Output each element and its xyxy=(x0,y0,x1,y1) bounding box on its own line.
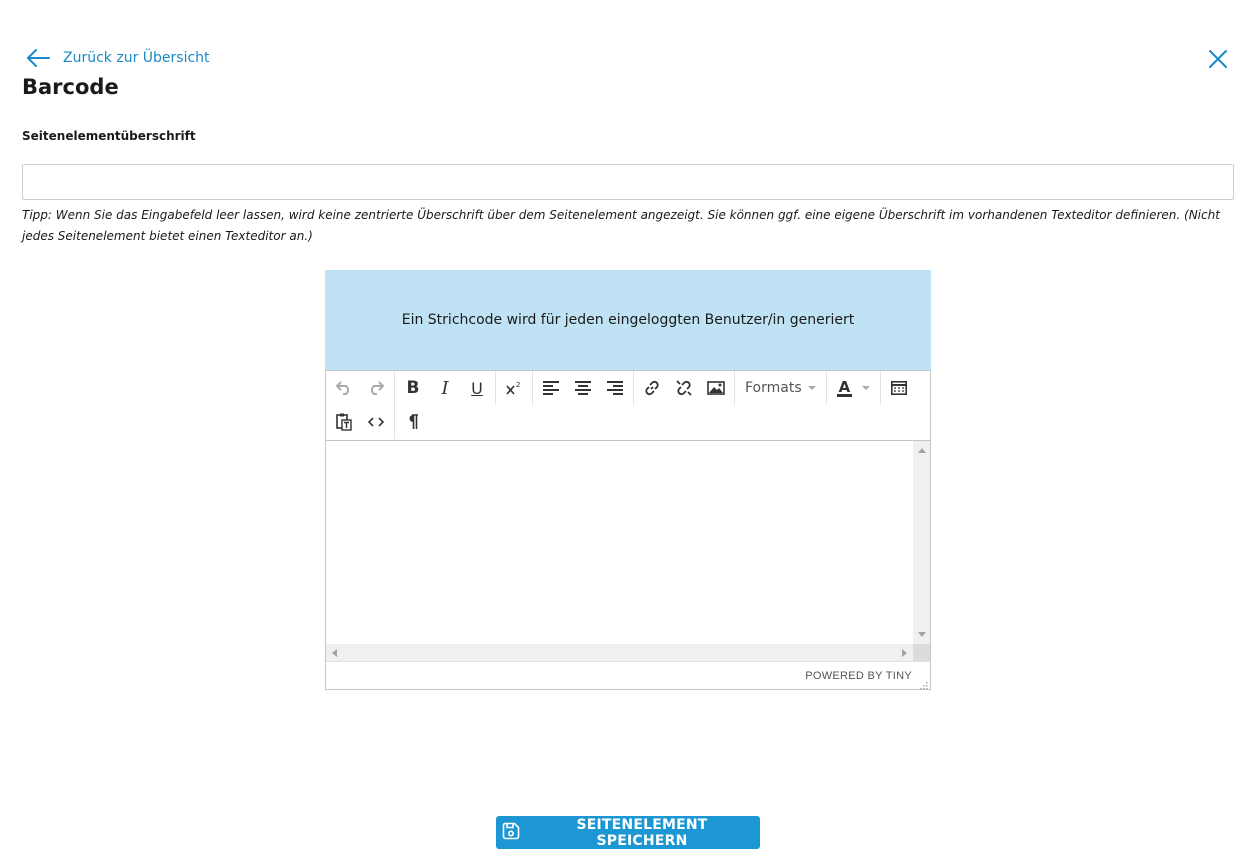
save-icon xyxy=(502,822,520,844)
svg-text:2: 2 xyxy=(516,381,520,389)
undo-icon[interactable] xyxy=(328,374,360,402)
link-icon[interactable] xyxy=(636,374,668,402)
image-icon[interactable] xyxy=(700,374,732,402)
hint-text: Tipp: Wenn Sie das Eingabefeld leer lass… xyxy=(22,208,1220,243)
editor-statusbar: POWERED BY TINY xyxy=(326,661,930,690)
paste-text-icon[interactable] xyxy=(328,408,360,436)
toolbar-row: B I U 2 Formats A xyxy=(326,371,917,405)
barcode-info-box: Ein Strichcode wird für jeden eingeloggt… xyxy=(325,270,931,370)
script-group: 2 xyxy=(496,371,533,405)
scroll-up-icon[interactable] xyxy=(918,448,926,453)
unlink-icon[interactable] xyxy=(668,374,700,402)
superscript-icon[interactable]: 2 xyxy=(498,374,530,402)
close-icon xyxy=(1205,50,1231,76)
editor-toolbar: B I U 2 Formats A xyxy=(326,371,930,441)
formats-label: Formats xyxy=(745,380,802,396)
scroll-down-icon[interactable] xyxy=(918,632,926,637)
table-group xyxy=(881,371,917,405)
heading-input[interactable] xyxy=(22,164,1234,200)
text-color-button[interactable]: A xyxy=(829,374,879,402)
bold-icon[interactable]: B xyxy=(397,374,429,402)
paragraph-icon[interactable] xyxy=(397,408,429,436)
toolbar-row xyxy=(326,405,431,439)
save-button-label: SEITENELEMENT SPEICHERN xyxy=(576,816,708,849)
redo-icon[interactable] xyxy=(360,374,392,402)
align-group xyxy=(533,371,634,405)
history-group xyxy=(326,371,395,405)
arrow-left-icon xyxy=(25,48,51,68)
close-button[interactable] xyxy=(1205,46,1231,72)
horizontal-scrollbar[interactable] xyxy=(326,644,913,661)
editor-content-area[interactable] xyxy=(326,441,913,644)
color-group: A xyxy=(827,371,882,405)
source-code-icon[interactable] xyxy=(360,408,392,436)
scroll-left-icon[interactable] xyxy=(332,649,337,657)
info-box-text: Ein Strichcode wird für jeden eingeloggt… xyxy=(401,312,855,328)
vertical-scrollbar[interactable] xyxy=(913,441,930,644)
heading-field-label: Seitenelementüberschrift xyxy=(22,129,196,143)
table-icon[interactable] xyxy=(883,374,915,402)
align-right-icon[interactable] xyxy=(599,374,631,402)
powered-by-tiny-link[interactable]: POWERED BY TINY xyxy=(805,670,912,682)
paste-group xyxy=(326,405,395,439)
rich-text-editor: B I U 2 Formats A POWERED BY TINY xyxy=(325,370,931,690)
formats-dropdown[interactable]: Formats xyxy=(737,374,824,402)
scroll-right-icon[interactable] xyxy=(902,649,907,657)
chevron-down-icon xyxy=(807,386,816,390)
align-center-icon[interactable] xyxy=(567,374,599,402)
back-link-label: Zurück zur Übersicht xyxy=(63,50,210,66)
insert-group xyxy=(634,371,735,405)
resize-handle-icon[interactable] xyxy=(918,677,928,690)
underline-icon[interactable]: U xyxy=(461,374,493,402)
page-title: Barcode xyxy=(22,75,119,99)
chevron-down-icon xyxy=(862,386,871,390)
save-page-element-button[interactable]: SEITENELEMENT SPEICHERN xyxy=(496,816,760,849)
format-group: B I U xyxy=(395,371,496,405)
text-color-icon: A xyxy=(836,377,853,397)
back-to-overview-link[interactable]: Zurück zur Übersicht xyxy=(25,46,210,70)
scroll-corner xyxy=(913,644,930,661)
formats-group: Formats xyxy=(735,371,827,405)
paragraph-group xyxy=(395,405,431,439)
italic-icon[interactable]: I xyxy=(429,374,461,402)
align-left-icon[interactable] xyxy=(535,374,567,402)
